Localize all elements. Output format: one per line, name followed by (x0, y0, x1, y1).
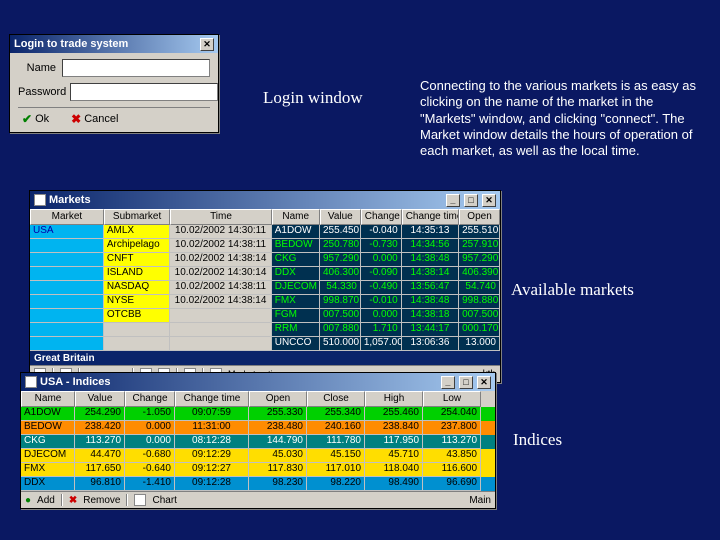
table-row[interactable]: ISLAND10.02/2002 14:30:14DDX406.300-0.09… (30, 267, 500, 281)
region-gb[interactable]: Great Britain (30, 351, 500, 365)
remove-button[interactable]: Remove (83, 495, 120, 506)
maximize-icon[interactable]: □ (459, 376, 473, 389)
minimize-icon[interactable]: _ (446, 194, 460, 207)
indices-window: USA - Indices _ □ ✕ Name Value Change Ch… (20, 372, 496, 509)
chart-button[interactable]: Chart (152, 495, 176, 506)
table-row[interactable]: NYSE10.02/2002 14:38:14FMX998.870-0.0101… (30, 295, 500, 309)
description-text: Connecting to the various markets is as … (420, 78, 700, 159)
table-row[interactable]: FMX117.650-0.64009:12:27117.830117.01011… (21, 463, 495, 477)
ok-button[interactable]: ✔ Ok (22, 112, 49, 126)
app-icon (25, 376, 37, 388)
markets-caption: Available markets (511, 280, 634, 300)
close-icon[interactable]: ✕ (200, 38, 214, 51)
table-row[interactable]: DDX96.810-1.41009:12:2898.23098.22098.49… (21, 477, 495, 491)
password-field[interactable] (70, 83, 218, 101)
table-row[interactable]: USAAMLX10.02/2002 14:30:11A1DOW255.450-0… (30, 225, 500, 239)
cancel-button[interactable]: ✖ Cancel (71, 112, 118, 126)
chart-icon (134, 494, 146, 506)
table-row[interactable]: Archipelago10.02/2002 14:38:11BEDOW250.7… (30, 239, 500, 253)
app-icon (34, 194, 46, 206)
markets-body: USAAMLX10.02/2002 14:30:11A1DOW255.450-0… (30, 225, 500, 351)
table-row[interactable]: CNFT10.02/2002 14:38:14CKG957.2900.00014… (30, 253, 500, 267)
table-row[interactable]: UNCCO510.0001,057.00013:06:3613.000 (30, 337, 500, 351)
indices-toolbar: ● Add ✖ Remove Chart Main (21, 491, 495, 508)
check-icon: ✔ (22, 112, 32, 126)
x-icon: ✖ (71, 112, 81, 126)
main-label: Main (469, 495, 491, 506)
password-label: Password (18, 86, 70, 98)
table-row[interactable]: BEDOW238.4200.00011:31:00238.480240.1602… (21, 421, 495, 435)
table-row[interactable]: CKG113.2700.00008:12:28144.790111.780117… (21, 435, 495, 449)
indices-title: USA - Indices (40, 376, 111, 388)
minimize-icon[interactable]: _ (441, 376, 455, 389)
markets-window: Markets _ □ ✕ Market Submarket Time Name… (29, 190, 501, 383)
table-row[interactable]: A1DOW254.290-1.05009:07:59255.330255.340… (21, 407, 495, 421)
indices-caption: Indices (513, 430, 562, 450)
name-label: Name (18, 62, 62, 74)
markets-title: Markets (49, 194, 91, 206)
table-row[interactable]: DJECOM44.470-0.68009:12:2945.03045.15045… (21, 449, 495, 463)
table-row[interactable]: RRM007.8801.71013:44:17000.170 (30, 323, 500, 337)
close-icon[interactable]: ✕ (482, 194, 496, 207)
add-button[interactable]: Add (37, 495, 55, 506)
maximize-icon[interactable]: □ (464, 194, 478, 207)
markets-header: Market Submarket Time Name Value Change … (30, 209, 500, 225)
indices-titlebar: USA - Indices _ □ ✕ (21, 373, 495, 391)
login-titlebar: Login to trade system ✕ (10, 35, 218, 53)
login-title: Login to trade system (14, 38, 128, 50)
indices-header: Name Value Change Change time Open Close… (21, 391, 495, 407)
table-row[interactable]: NASDAQ10.02/2002 14:38:11DJECOM54.330-0.… (30, 281, 500, 295)
name-field[interactable] (62, 59, 210, 77)
plus-icon: ● (25, 495, 31, 506)
table-row[interactable]: OTCBBFGM007.5000.00014:38:18007.500 (30, 309, 500, 323)
minus-icon: ✖ (69, 495, 77, 506)
markets-titlebar: Markets _ □ ✕ (30, 191, 500, 209)
indices-body: A1DOW254.290-1.05009:07:59255.330255.340… (21, 407, 495, 491)
close-icon[interactable]: ✕ (477, 376, 491, 389)
login-window: Login to trade system ✕ Name Password ✔ … (9, 34, 219, 133)
login-caption: Login window (263, 88, 363, 108)
